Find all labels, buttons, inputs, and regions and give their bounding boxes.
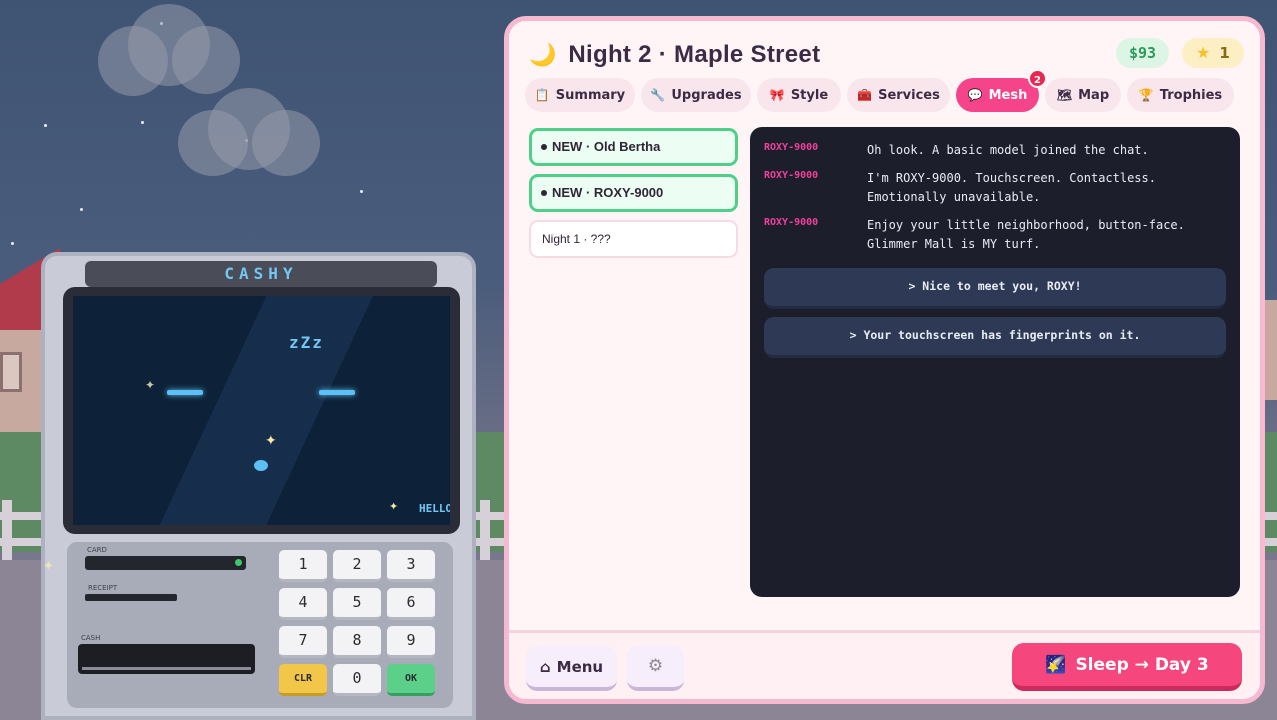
sparkle-icon: ✦ xyxy=(43,559,54,574)
atm-screen: zZz ✦ ✦ ✦ HELLO xyxy=(73,296,450,525)
reply-option-2[interactable]: > Your touchscreen has fingerprints on i… xyxy=(764,317,1226,358)
drool-drop xyxy=(254,460,268,471)
stars-count: 1 xyxy=(1219,44,1230,62)
thread-roxy-9000[interactable]: NEW · ROXY-9000 xyxy=(529,174,738,212)
atm-sign: CASHY xyxy=(85,261,437,287)
chat-window: ROXY-9000 Oh look. A basic model joined … xyxy=(750,127,1240,597)
sleep-zzz: zZz xyxy=(289,333,324,352)
sparkle-icon: ✦ xyxy=(389,500,399,513)
page-title: Night 2 · Maple Street xyxy=(568,41,821,68)
trophy-icon: 🏆 xyxy=(1138,88,1154,102)
sparkle-icon: ✦ xyxy=(145,378,156,392)
keypad-key-7[interactable]: 7 xyxy=(279,626,327,658)
money-badge: $93 xyxy=(1116,38,1170,68)
screen-ticker: HELLO xyxy=(419,502,450,515)
reply-option-1[interactable]: > Nice to meet you, ROXY! xyxy=(764,268,1226,309)
tab-mesh[interactable]: 💬 Mesh 2 xyxy=(956,69,1047,112)
cloud xyxy=(178,88,323,178)
gear-icon: ⚙ xyxy=(647,656,664,676)
moon-icon: 🌙 xyxy=(529,42,557,68)
tab-trophies[interactable]: 🏆 Trophies xyxy=(1127,78,1234,112)
keypad-key-8[interactable]: 8 xyxy=(333,626,381,658)
keypad-key-2[interactable]: 2 xyxy=(333,550,381,582)
unread-badge: 2 xyxy=(1028,69,1047,88)
keypad-key-4[interactable]: 4 xyxy=(279,588,327,620)
tab-services[interactable]: 🧰 Services xyxy=(847,78,950,112)
atm-sign-text: CASHY xyxy=(224,264,298,283)
atm-machine: CASHY zZz ✦ ✦ ✦ HELLO CARD RECEIPT CASH … xyxy=(41,252,476,720)
keypad-key-6[interactable]: 6 xyxy=(387,588,435,620)
message-text: Enjoy your little neighborhood, button-f… xyxy=(867,218,1185,251)
home-icon: ⌂ xyxy=(539,657,551,676)
message-sender: ROXY-9000 xyxy=(764,170,819,181)
ribbon-icon: 🎀 xyxy=(769,88,785,102)
shooting-star-icon: 🌠 xyxy=(1045,654,1067,675)
tab-summary[interactable]: 📋 Summary xyxy=(525,78,635,112)
game-panel: 🌙 Night 2 · Maple Street $93 ★ 1 📋 Summa… xyxy=(504,16,1265,704)
keypad-key-9[interactable]: 9 xyxy=(387,626,435,658)
menu-button[interactable]: ⌂ Menu xyxy=(526,646,617,691)
clipboard-icon: 📋 xyxy=(534,88,550,102)
sleep-button[interactable]: 🌠 Sleep → Day 3 xyxy=(1012,643,1242,691)
thread-old-bertha[interactable]: NEW · Old Bertha xyxy=(529,128,738,166)
atm-keypad-panel: CARD RECEIPT CASH 1 2 3 4 5 6 7 8 9 CLR … xyxy=(67,542,453,708)
right-eye-closed xyxy=(319,390,355,395)
receipt-label: RECEIPT xyxy=(88,584,118,592)
thread-night-1[interactable]: Night 1 · ??? xyxy=(529,220,738,258)
house-window xyxy=(0,352,22,392)
card-label: CARD xyxy=(87,546,107,554)
unread-dot xyxy=(541,189,547,196)
settings-button[interactable]: ⚙ xyxy=(627,646,684,691)
tab-style[interactable]: 🎀 Style xyxy=(757,78,841,112)
unread-dot xyxy=(541,143,547,150)
cloud xyxy=(98,4,243,96)
footer-bar: ⌂ Menu ⚙ 🌠 Sleep → Day 3 xyxy=(509,630,1260,699)
message-sender: ROXY-9000 xyxy=(764,217,819,228)
tab-upgrades[interactable]: 🔧 Upgrades xyxy=(641,78,751,112)
keypad-key-1[interactable]: 1 xyxy=(279,550,327,582)
receipt-slot[interactable] xyxy=(85,594,177,601)
atm-screen-frame: zZz ✦ ✦ ✦ HELLO xyxy=(63,287,460,534)
card-led xyxy=(235,559,242,566)
keypad-ok-button[interactable]: OK xyxy=(387,664,435,696)
star-icon: ★ xyxy=(1196,43,1211,62)
stars-badge: ★ 1 xyxy=(1182,38,1244,68)
cash-slot[interactable] xyxy=(78,644,255,674)
keypad-key-0[interactable]: 0 xyxy=(333,664,381,696)
keypad-key-3[interactable]: 3 xyxy=(387,550,435,582)
sparkle-icon: ✦ xyxy=(265,433,277,449)
wrench-icon: 🔧 xyxy=(650,88,666,102)
keypad-clear-button[interactable]: CLR xyxy=(279,664,327,696)
cash-label: CASH xyxy=(81,634,101,642)
house-wall xyxy=(1263,300,1277,400)
map-icon: 🗺 xyxy=(1056,88,1073,102)
tab-map[interactable]: 🗺 Map xyxy=(1045,78,1121,112)
speech-bubble-icon: 💬 xyxy=(967,88,983,102)
title-row: 🌙 Night 2 · Maple Street xyxy=(529,39,820,71)
message-text: I'm ROXY-9000. Touchscreen. Contactless.… xyxy=(867,171,1156,204)
message-sender: ROXY-9000 xyxy=(764,142,819,153)
toolbox-icon: 🧰 xyxy=(857,88,873,102)
left-eye-closed xyxy=(167,390,203,395)
message-text: Oh look. A basic model joined the chat. xyxy=(867,143,1149,157)
keypad-key-5[interactable]: 5 xyxy=(333,588,381,620)
card-slot[interactable] xyxy=(85,556,246,570)
